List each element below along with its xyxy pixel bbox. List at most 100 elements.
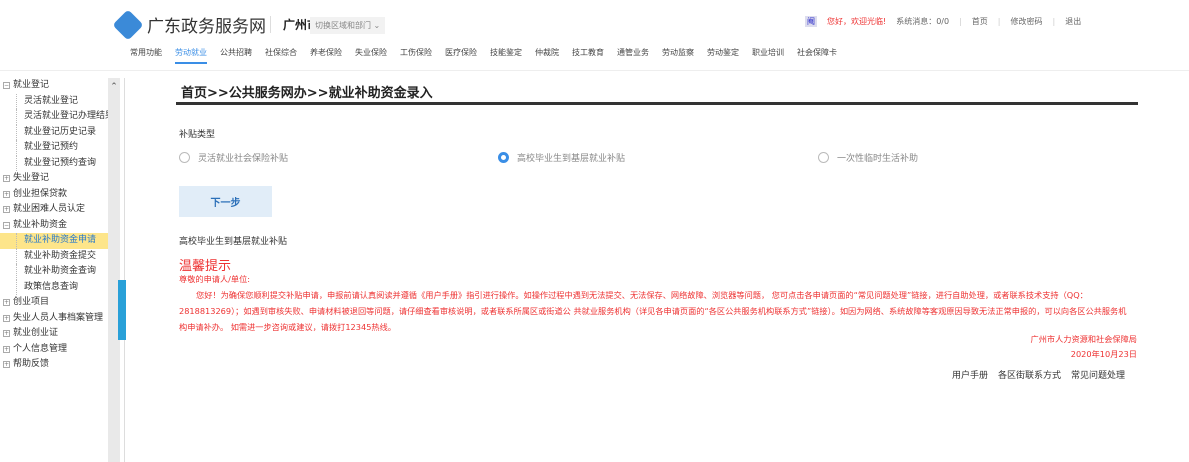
next-button[interactable]: 下一步 xyxy=(179,186,272,217)
sidebar-item[interactable]: 政策信息查询 xyxy=(0,279,110,296)
collapse-icon[interactable]: − xyxy=(3,82,10,89)
radio-selected-icon xyxy=(498,152,509,163)
selected-caption: 高校毕业生到基层就业补贴 xyxy=(179,237,288,247)
sidebar-item-label: 就业补助资金提交 xyxy=(24,250,97,261)
logo-icon xyxy=(112,8,144,41)
sidebar-item-label: 就业创业证 xyxy=(13,328,59,338)
sidebar-item-label: 灵活就业登记办理结果 xyxy=(24,111,110,121)
sidebar-item[interactable]: 就业登记预约 xyxy=(0,140,110,156)
subsidy-type-label: 补贴类型 xyxy=(179,130,216,140)
notice-date: 2020年10月23日 xyxy=(1070,349,1137,359)
nav-item[interactable]: 技能鉴定 xyxy=(490,47,522,64)
nav-item[interactable]: 常用功能 xyxy=(130,47,162,64)
divider xyxy=(176,102,1138,105)
user-bar: 阉 您好，欢迎光临! 系统消息：0/0 | 首页 | 修改密码 | 退出 xyxy=(805,16,1082,27)
nav-item[interactable]: 医疗保险 xyxy=(445,47,477,64)
sidebar-item-label: 就业补助资金申请 xyxy=(24,235,97,245)
sidebar-item[interactable]: 就业补助资金申请 xyxy=(0,233,110,249)
sidebar-item-label: 就业困难人员认定 xyxy=(13,204,86,214)
nav-item[interactable]: 养老保险 xyxy=(310,47,342,64)
radio-option-1[interactable]: 灵活就业社会保险补贴 xyxy=(179,151,288,164)
nav-item[interactable]: 社保综合 xyxy=(265,47,297,64)
faq-link[interactable]: 常见问题处理 xyxy=(1071,368,1125,381)
nav-item[interactable]: 职业培训 xyxy=(752,47,784,64)
divider xyxy=(124,78,125,462)
nav-item[interactable]: 通管业务 xyxy=(617,47,649,64)
sidebar-item-label: 就业登记 xyxy=(13,80,50,90)
nav-item[interactable]: 仲裁院 xyxy=(535,47,559,64)
sidebar-item[interactable]: 灵活就业登记办理结果 xyxy=(0,109,110,125)
nav-item[interactable]: 失业保险 xyxy=(355,47,387,64)
radio-label: 一次性临时生活补助 xyxy=(837,154,919,164)
radio-icon xyxy=(179,152,190,163)
user-manual-link[interactable]: 用户手册 xyxy=(952,368,988,381)
nav-item[interactable]: 工伤保险 xyxy=(400,47,432,64)
sidebar-item[interactable]: 就业登记历史记录 xyxy=(0,124,110,141)
sidebar-group[interactable]: + 帮助反馈 xyxy=(0,357,110,373)
sidebar-group[interactable]: − 就业补助资金 xyxy=(0,218,110,234)
sidebar-item[interactable]: 就业登记预约查询 xyxy=(0,155,110,172)
expand-icon[interactable]: + xyxy=(3,190,10,198)
radio-option-3[interactable]: 一次性临时生活补助 xyxy=(818,151,918,164)
sidebar-group[interactable]: + 个人信息管理 xyxy=(0,342,110,358)
change-password-link[interactable]: 修改密码 xyxy=(1011,16,1043,27)
sidebar-item-label: 帮助反馈 xyxy=(13,359,50,369)
sidebar-item-label: 失业人员人事档案管理 xyxy=(13,312,104,323)
sidebar-item-label: 就业补助资金 xyxy=(13,219,68,230)
sidebar-item-label: 政策信息查询 xyxy=(24,281,79,292)
sidebar-group[interactable]: + 就业创业证 xyxy=(0,326,110,342)
salutation: 尊敬的申请人/单位: xyxy=(179,274,251,284)
collapse-icon[interactable]: − xyxy=(3,221,10,229)
radio-label: 高校毕业生到基层就业补贴 xyxy=(517,154,626,164)
signature: 广州市人力资源和社会保障局 xyxy=(1030,334,1137,344)
nav-item[interactable]: 劳动就业 xyxy=(175,47,207,64)
notice-body: 您好！为确保您顺利提交补贴申请，申报前请认真阅读并遵循《用户手册》指引进行操作。… xyxy=(179,290,1127,332)
sidebar-item-label: 失业登记 xyxy=(13,173,50,183)
divider xyxy=(0,70,1189,71)
nav-item[interactable]: 劳动监察 xyxy=(662,47,694,64)
sidebar-item-label: 就业登记历史记录 xyxy=(24,126,97,137)
sidebar-item-label: 创业担保贷款 xyxy=(13,188,68,199)
sidebar-group[interactable]: + 失业人员人事档案管理 xyxy=(0,311,110,327)
sidebar-group[interactable]: + 就业困难人员认定 xyxy=(0,202,110,218)
sidebar-item[interactable]: 就业补助资金查询 xyxy=(0,264,110,280)
sidebar-group[interactable]: + 创业项目 xyxy=(0,295,110,311)
nav-item[interactable]: 社会保障卡 xyxy=(797,47,837,64)
sidebar-group[interactable]: + 失业登记 xyxy=(0,171,110,187)
sidebar-collapse-handle[interactable] xyxy=(118,280,126,340)
site-logo[interactable]: 广东政务服务网 xyxy=(112,8,266,41)
sidebar-scrollbar[interactable] xyxy=(108,78,120,462)
sidebar-tree: − 就业登记 灵活就业登记 灵活就业登记办理结果 就业登记历史记录 就业登记预约 就业登记预… xyxy=(0,78,110,373)
scroll-up-icon[interactable]: ⌃ xyxy=(108,82,120,92)
sidebar-item[interactable]: 就业补助资金提交 xyxy=(0,248,110,265)
district-contacts-link[interactable]: 各区街联系方式 xyxy=(998,368,1061,381)
site-name: 广东政务服务网 xyxy=(147,17,266,37)
sidebar-item-label: 就业登记预约查询 xyxy=(24,157,97,168)
sidebar-item-label: 灵活就业登记 xyxy=(24,95,79,106)
sidebar-item-label: 就业登记预约 xyxy=(24,142,79,152)
expand-icon[interactable]: + xyxy=(3,299,10,306)
expand-icon[interactable]: + xyxy=(3,314,10,322)
expand-icon[interactable]: + xyxy=(3,175,10,182)
sidebar-item-label: 就业补助资金查询 xyxy=(24,266,97,276)
nav-item[interactable]: 公共招聘 xyxy=(220,47,252,64)
main-nav: 常用功能 劳动就业 公共招聘 社保综合 养老保险 失业保险 工伤保险 医疗保险 技能鉴定 仲裁院技… xyxy=(130,47,837,64)
sidebar-item[interactable]: 灵活就业登记 xyxy=(0,93,110,110)
footer-links: 用户手册 各区街联系方式 常见问题处理 xyxy=(952,368,1125,381)
user-icon: 阉 xyxy=(805,16,817,27)
radio-option-2[interactable]: 高校毕业生到基层就业补贴 xyxy=(498,151,625,164)
expand-icon[interactable]: + xyxy=(3,206,10,213)
expand-icon[interactable]: + xyxy=(3,345,10,353)
sidebar-item-label: 创业项目 xyxy=(13,297,50,307)
sidebar-item-label: 个人信息管理 xyxy=(13,343,68,354)
sidebar-group[interactable]: + 创业担保贷款 xyxy=(0,187,110,203)
expand-icon[interactable]: + xyxy=(3,330,10,337)
nav-item[interactable]: 劳动鉴定 xyxy=(707,47,739,64)
sidebar-group[interactable]: − 就业登记 xyxy=(0,78,110,94)
nav-item[interactable]: 技工教育 xyxy=(572,47,604,64)
region-switch-dropdown[interactable]: 切换区域和部门 ⌄ xyxy=(310,17,386,34)
home-link[interactable]: 首页 xyxy=(972,16,988,27)
system-messages[interactable]: 系统消息：0/0 xyxy=(896,16,949,27)
expand-icon[interactable]: + xyxy=(3,361,10,368)
logout-link[interactable]: 退出 xyxy=(1065,16,1081,27)
